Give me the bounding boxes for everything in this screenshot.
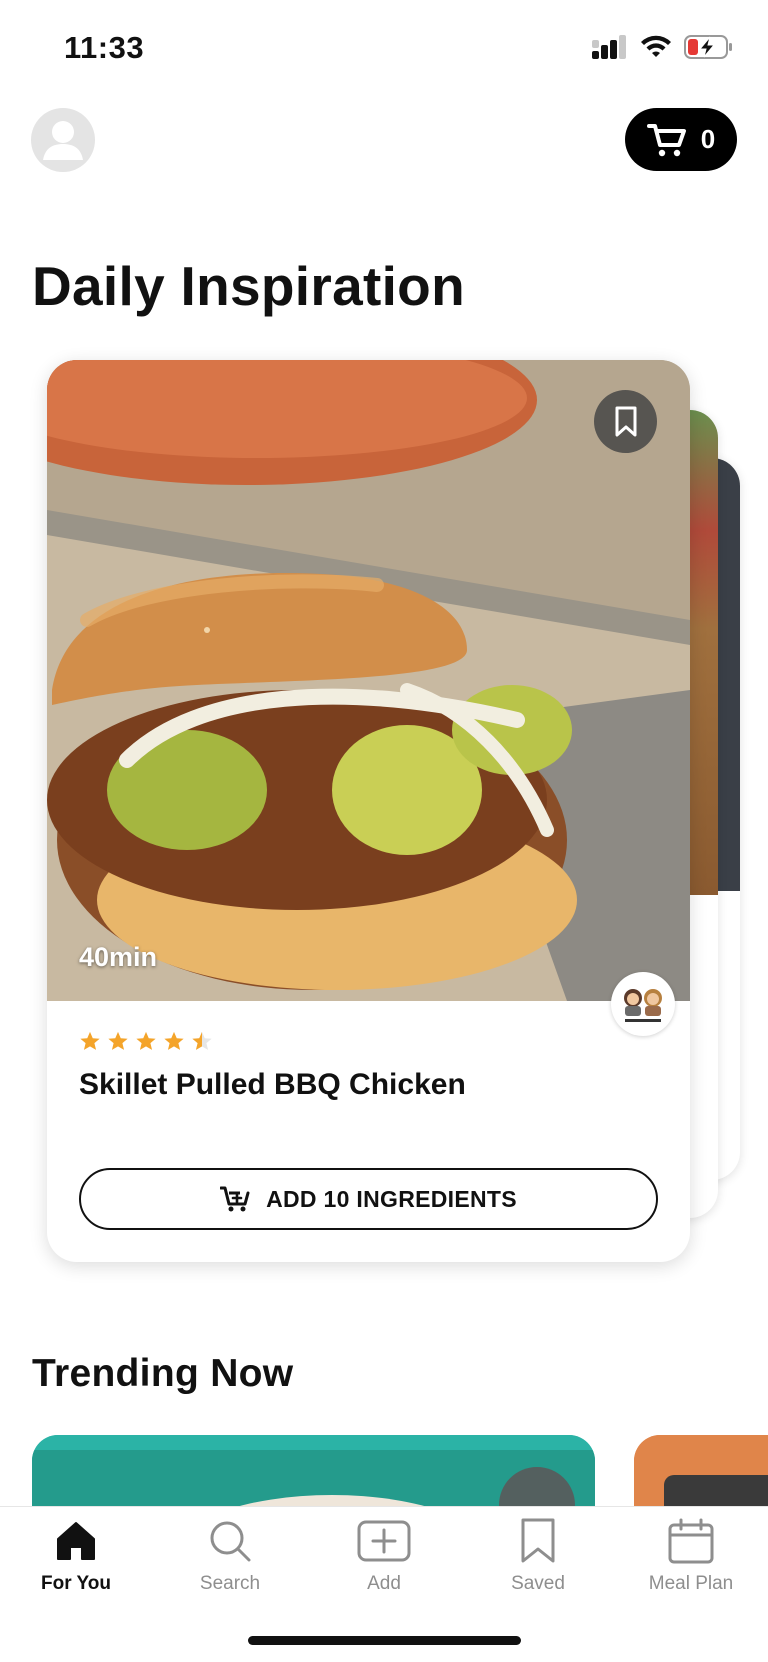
bookmark-icon: [521, 1518, 555, 1563]
recipe-title[interactable]: Skillet Pulled BBQ Chicken: [79, 1068, 466, 1102]
home-indicator: [248, 1636, 521, 1645]
tab-for-you[interactable]: For You: [6, 1507, 146, 1607]
tab-add[interactable]: Add: [314, 1507, 454, 1607]
creator-logo: [624, 989, 662, 1022]
tab-label: Saved: [511, 1573, 565, 1594]
daily-inspiration-title: Daily Inspiration: [32, 255, 465, 317]
tab-search[interactable]: Search: [160, 1507, 300, 1607]
half-star-icon: [192, 1031, 212, 1050]
star-icon: [136, 1031, 156, 1050]
battery-charging-icon: [684, 35, 732, 59]
cart-plus-icon: [220, 1186, 250, 1212]
tab-meal-plan[interactable]: Meal Plan: [621, 1507, 761, 1607]
status-time: 11:33: [64, 30, 145, 65]
search-icon: [210, 1521, 251, 1562]
bookmark-icon: [615, 406, 636, 436]
status-bar: 11:33: [0, 0, 768, 96]
profile-avatar[interactable]: [31, 108, 95, 172]
tab-label: Add: [367, 1573, 401, 1594]
tab-label: Meal Plan: [648, 1573, 734, 1594]
plus-square-icon: [357, 1520, 411, 1562]
add-ingredients-label: ADD 10 INGREDIENTS: [266, 1185, 517, 1212]
recipe-rating: [79, 1030, 213, 1052]
save-recipe-button[interactable]: [594, 390, 657, 453]
home-icon: [57, 1522, 95, 1560]
tab-label: For You: [40, 1573, 112, 1594]
tab-label: Search: [199, 1573, 261, 1594]
star-icon: [108, 1031, 128, 1050]
cart-count: 0: [700, 124, 716, 154]
cart-icon: [646, 123, 686, 156]
add-ingredients-button[interactable]: ADD 10 INGREDIENTS: [79, 1168, 658, 1230]
cart-button[interactable]: 0: [625, 108, 737, 171]
star-icon: [164, 1031, 184, 1050]
tab-saved[interactable]: Saved: [468, 1507, 608, 1607]
trending-now-title: Trending Now: [32, 1352, 294, 1395]
recipe-duration: 40min: [79, 942, 158, 972]
calendar-icon: [668, 1518, 714, 1564]
food-illustration: [47, 360, 690, 1001]
user-icon: [43, 121, 83, 160]
recipe-photo[interactable]: 40min: [47, 360, 690, 1001]
star-icon: [80, 1031, 100, 1050]
status-icons: [592, 34, 734, 60]
cellular-signal-icon: [592, 35, 626, 59]
recipe-card[interactable]: 40min Skillet Pulled BBQ Chicken ADD 10 …: [47, 360, 690, 1262]
wifi-icon: [641, 35, 671, 57]
creator-avatar[interactable]: [611, 972, 675, 1036]
